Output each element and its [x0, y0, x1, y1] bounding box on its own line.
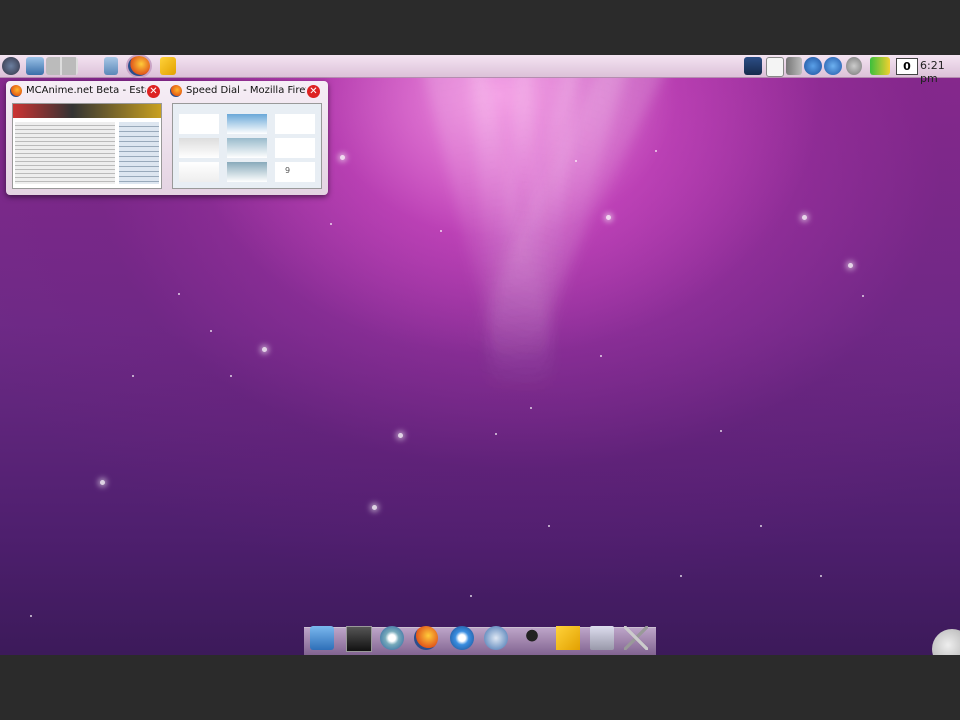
window-preview-title: MCAnime.net Beta - Esta ve: [26, 85, 146, 96]
desktop-icon[interactable]: [26, 57, 44, 75]
star: [600, 355, 602, 357]
pager-icon[interactable]: [46, 57, 78, 75]
star: [848, 263, 853, 268]
volume-icon[interactable]: [786, 57, 802, 75]
star: [330, 223, 332, 225]
star: [470, 595, 472, 597]
window-list-icon[interactable]: [104, 57, 118, 75]
star: [655, 150, 657, 152]
star: [440, 230, 442, 232]
star: [398, 433, 403, 438]
star: [820, 575, 822, 577]
star: [178, 293, 180, 295]
star: [230, 375, 232, 377]
star: [262, 347, 267, 352]
star: [862, 295, 864, 297]
clock-time[interactable]: 6:21 pm: [920, 59, 960, 85]
window-preview-title: Speed Dial - Mozilla Firefo:: [186, 85, 306, 96]
star: [132, 375, 134, 377]
star: [802, 215, 807, 220]
bird-icon[interactable]: [484, 626, 508, 650]
display-icon[interactable]: [744, 57, 762, 75]
media-player-icon[interactable]: [380, 626, 404, 650]
window-thumbnail: [12, 103, 162, 189]
star: [495, 433, 497, 435]
firefox-icon: [170, 85, 182, 97]
window-preview-speed-dial[interactable]: Speed Dial - Mozilla Firefo: ✕ 9: [168, 83, 322, 191]
window-thumbnail: 9: [172, 103, 322, 189]
window-preview-mcanime[interactable]: MCAnime.net Beta - Esta ve ✕: [8, 83, 162, 191]
star: [210, 330, 212, 332]
firefox-icon[interactable]: [414, 626, 438, 650]
close-icon[interactable]: ✕: [147, 85, 160, 98]
firefox-icon: [10, 85, 22, 97]
notes-icon[interactable]: [556, 626, 580, 650]
inkscape-icon[interactable]: [520, 626, 544, 650]
sticky-note-icon[interactable]: [160, 57, 176, 75]
close-icon[interactable]: ✕: [307, 85, 320, 98]
star: [530, 407, 532, 409]
clipboard-icon[interactable]: [766, 57, 784, 77]
speed-dial-number: 9: [285, 166, 291, 175]
clock-counter: 0: [896, 58, 918, 75]
star: [30, 615, 32, 617]
battery-icon[interactable]: [870, 57, 890, 75]
window-preview-popup: MCAnime.net Beta - Esta ve ✕ Speed Dial …: [6, 81, 328, 195]
star: [340, 155, 345, 160]
network-icon[interactable]: [804, 57, 822, 75]
kde-menu-icon[interactable]: [2, 57, 20, 75]
star: [680, 575, 682, 577]
info-icon[interactable]: [846, 57, 862, 75]
update-icon[interactable]: [824, 57, 842, 75]
desktop-corner-widget[interactable]: [932, 629, 960, 655]
home-folder-icon[interactable]: [310, 626, 334, 650]
star: [760, 525, 762, 527]
trash-icon[interactable]: [590, 626, 614, 650]
firefox-icon[interactable]: [128, 56, 150, 76]
chat-icon[interactable]: [450, 626, 474, 650]
star: [575, 160, 577, 162]
star: [100, 480, 105, 485]
dock: [304, 626, 656, 655]
desktop: 0 6:21 pm MCAnime.net Beta - Esta ve ✕ S…: [0, 55, 960, 655]
star: [548, 525, 550, 527]
star: [720, 430, 722, 432]
star: [372, 505, 377, 510]
settings-icon[interactable]: [624, 626, 648, 650]
terminal-icon[interactable]: [346, 626, 372, 652]
star: [606, 215, 611, 220]
top-panel: 0 6:21 pm: [0, 55, 960, 85]
